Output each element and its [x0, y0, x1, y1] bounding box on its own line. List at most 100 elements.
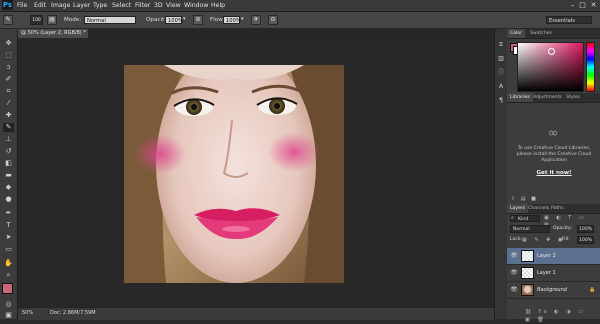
menu-3d[interactable]: 3D [154, 0, 163, 11]
crop-tool-icon[interactable]: ⌗ [3, 87, 14, 96]
healing-tool-icon[interactable]: ✚ [3, 111, 14, 120]
layer-filter-select[interactable]: Kind [510, 215, 540, 222]
opacity-dropdown-icon[interactable]: ▾ [183, 16, 186, 22]
foreground-color-swatch[interactable] [2, 283, 13, 294]
brush-panel-icon[interactable]: ▤ [47, 15, 57, 25]
history-icon[interactable]: ⧖ [497, 41, 505, 49]
document-size: Doc: 2.86M/7.59M [50, 310, 96, 316]
tab-adjustments[interactable]: Adjustments [530, 93, 565, 102]
visibility-eye-icon[interactable]: 👁 [510, 269, 518, 277]
zoom-level[interactable]: 50% [22, 308, 33, 319]
layer-row-background[interactable]: 👁 Background 🔒 [507, 282, 600, 299]
layer-row-layer-1[interactable]: 👁 Layer 1 [507, 265, 600, 282]
mode-select[interactable]: Normal [84, 16, 136, 24]
tab-libraries[interactable]: Libraries [507, 93, 533, 102]
pen-tool-icon[interactable]: ✒ [3, 209, 14, 218]
hue-slider[interactable] [586, 42, 595, 92]
options-bar: ✎ 100 ▤ Mode: Normal Opacity: 100% ▾ ⊘ F… [0, 12, 600, 29]
eraser-tool-icon[interactable]: ◧ [3, 159, 14, 168]
marquee-tool-icon[interactable]: ⬚ [3, 51, 14, 60]
flow-input[interactable]: 100% [223, 16, 241, 24]
quick-select-tool-icon[interactable]: ✐ [3, 75, 14, 84]
layer-thumbnail [521, 250, 534, 262]
rectangle-tool-icon[interactable]: ▭ [3, 245, 14, 254]
menu-type[interactable]: Type [93, 0, 107, 11]
brush-preset-icon[interactable]: ✎ [3, 15, 13, 25]
tab-paths[interactable]: Paths [548, 204, 567, 213]
status-bar: 50% Doc: 2.86M/7.59M [18, 307, 494, 320]
document-tab[interactable]: @ 50% (Layer 2, RGB/8) * [18, 29, 88, 38]
menu-layer[interactable]: Layer [73, 0, 90, 11]
maximize-icon[interactable]: □ [578, 1, 587, 9]
layer-thumbnail [521, 284, 534, 296]
lasso-tool-icon[interactable]: ↄ [3, 63, 14, 72]
layers-footer-icons[interactable]: ⛓ fx ◐ ◑ ▭ ▣ 🗑 [525, 308, 595, 324]
close-icon[interactable]: ✕ [589, 1, 598, 9]
mode-label: Mode: [64, 17, 82, 23]
pressure-opacity-icon[interactable]: ⊘ [193, 15, 203, 25]
tab-swatches[interactable]: Swatches [527, 29, 555, 38]
layer-name[interactable]: Layer 2 [537, 248, 556, 265]
visibility-eye-icon[interactable]: 👁 [510, 252, 518, 260]
layer-row-layer-2[interactable]: 👁 Layer 2 [507, 248, 600, 265]
path-select-tool-icon[interactable]: ➤ [3, 233, 14, 242]
gradient-tool-icon[interactable]: ▬ [3, 171, 14, 180]
visibility-eye-icon[interactable]: 👁 [510, 286, 518, 294]
tools-panel: ✥ ⬚ ↄ ✐ ⌗ ⁄ ✚ ✎ ⊥ ↺ ◧ ▬ ◆ ● ✒ T ➤ ▭ ✋ ⌕ … [0, 29, 18, 319]
right-panels: Color Swatches Libraries Adjustments Sty… [507, 29, 600, 323]
lock-icons[interactable]: ▦ ✎ ✥ ▣ [522, 236, 566, 244]
libraries-message: To use Creative Cloud Libraries, please … [516, 146, 592, 163]
type-tool-icon[interactable]: T [3, 221, 14, 230]
history-brush-tool-icon[interactable]: ↺ [3, 147, 14, 156]
info-icon[interactable]: ⓘ [497, 69, 505, 77]
brush-size-picker[interactable]: 100 [30, 15, 43, 25]
tab-color[interactable]: Color [507, 29, 525, 38]
hand-tool-icon[interactable]: ✋ [3, 259, 14, 268]
libraries-footer-icons: ⇧ ▤ ■ [511, 196, 538, 202]
color-picker-handle[interactable] [548, 48, 555, 55]
document-tab-bar: @ 50% (Layer 2, RGB/8) * [18, 29, 494, 38]
menu-help[interactable]: Help [211, 0, 225, 11]
layer-thumbnail [521, 267, 534, 279]
airbrush-icon[interactable]: ✈ [251, 15, 261, 25]
menu-select[interactable]: Select [112, 0, 131, 11]
layer-name[interactable]: Background [537, 282, 567, 299]
layer-name[interactable]: Layer 1 [537, 265, 556, 282]
opacity-input[interactable]: 100% [165, 16, 183, 24]
properties-icon[interactable]: ▥ [497, 55, 505, 63]
document-image[interactable] [124, 65, 344, 283]
fill-label: Fill: [562, 237, 570, 242]
character-icon[interactable]: A [497, 83, 505, 91]
lock-icon: 🔒 [589, 287, 596, 293]
flow-dropdown-icon[interactable]: ▾ [241, 16, 244, 22]
menu-file[interactable]: File [17, 0, 27, 11]
creative-cloud-icon: ∞ [547, 126, 559, 141]
move-tool-icon[interactable]: ✥ [3, 39, 14, 48]
blur-tool-icon[interactable]: ◆ [3, 183, 14, 192]
tab-styles[interactable]: Styles [563, 93, 583, 102]
layer-opacity-label: Opacity: [553, 226, 572, 231]
zoom-tool-icon[interactable]: ⌕ [3, 271, 14, 280]
menu-image[interactable]: Image [51, 0, 70, 11]
dodge-tool-icon[interactable]: ● [3, 195, 14, 204]
menu-filter[interactable]: Filter [135, 0, 150, 11]
brush-tool-icon[interactable]: ✎ [3, 123, 14, 132]
menu-window[interactable]: Window [184, 0, 208, 11]
workspace-select[interactable]: Essentials [546, 16, 592, 24]
fill-input[interactable]: 100% [577, 236, 594, 244]
menu-edit[interactable]: Edit [34, 0, 46, 11]
eyedropper-tool-icon[interactable]: ⁄ [3, 99, 14, 108]
layer-opacity-input[interactable]: 100% [577, 225, 594, 233]
lock-label: Lock: [510, 237, 523, 242]
menu-view[interactable]: View [166, 0, 181, 11]
minimize-icon[interactable]: – [568, 1, 577, 9]
filter-search-icon: ⌕ [511, 215, 514, 221]
clone-stamp-tool-icon[interactable]: ⊥ [3, 135, 14, 144]
menu-bar: Ps File Edit Image Layer Type Select Fil… [0, 0, 600, 12]
blend-mode-select[interactable]: Normal [510, 225, 550, 233]
paragraph-icon[interactable]: ¶ [497, 97, 505, 105]
pressure-size-icon[interactable]: ⊙ [268, 15, 278, 25]
get-it-now-link[interactable]: Get it now! [513, 170, 595, 176]
libraries-panel-tabs: Libraries Adjustments Styles [507, 93, 600, 103]
quick-mask-icon[interactable]: ◎ [3, 300, 14, 309]
